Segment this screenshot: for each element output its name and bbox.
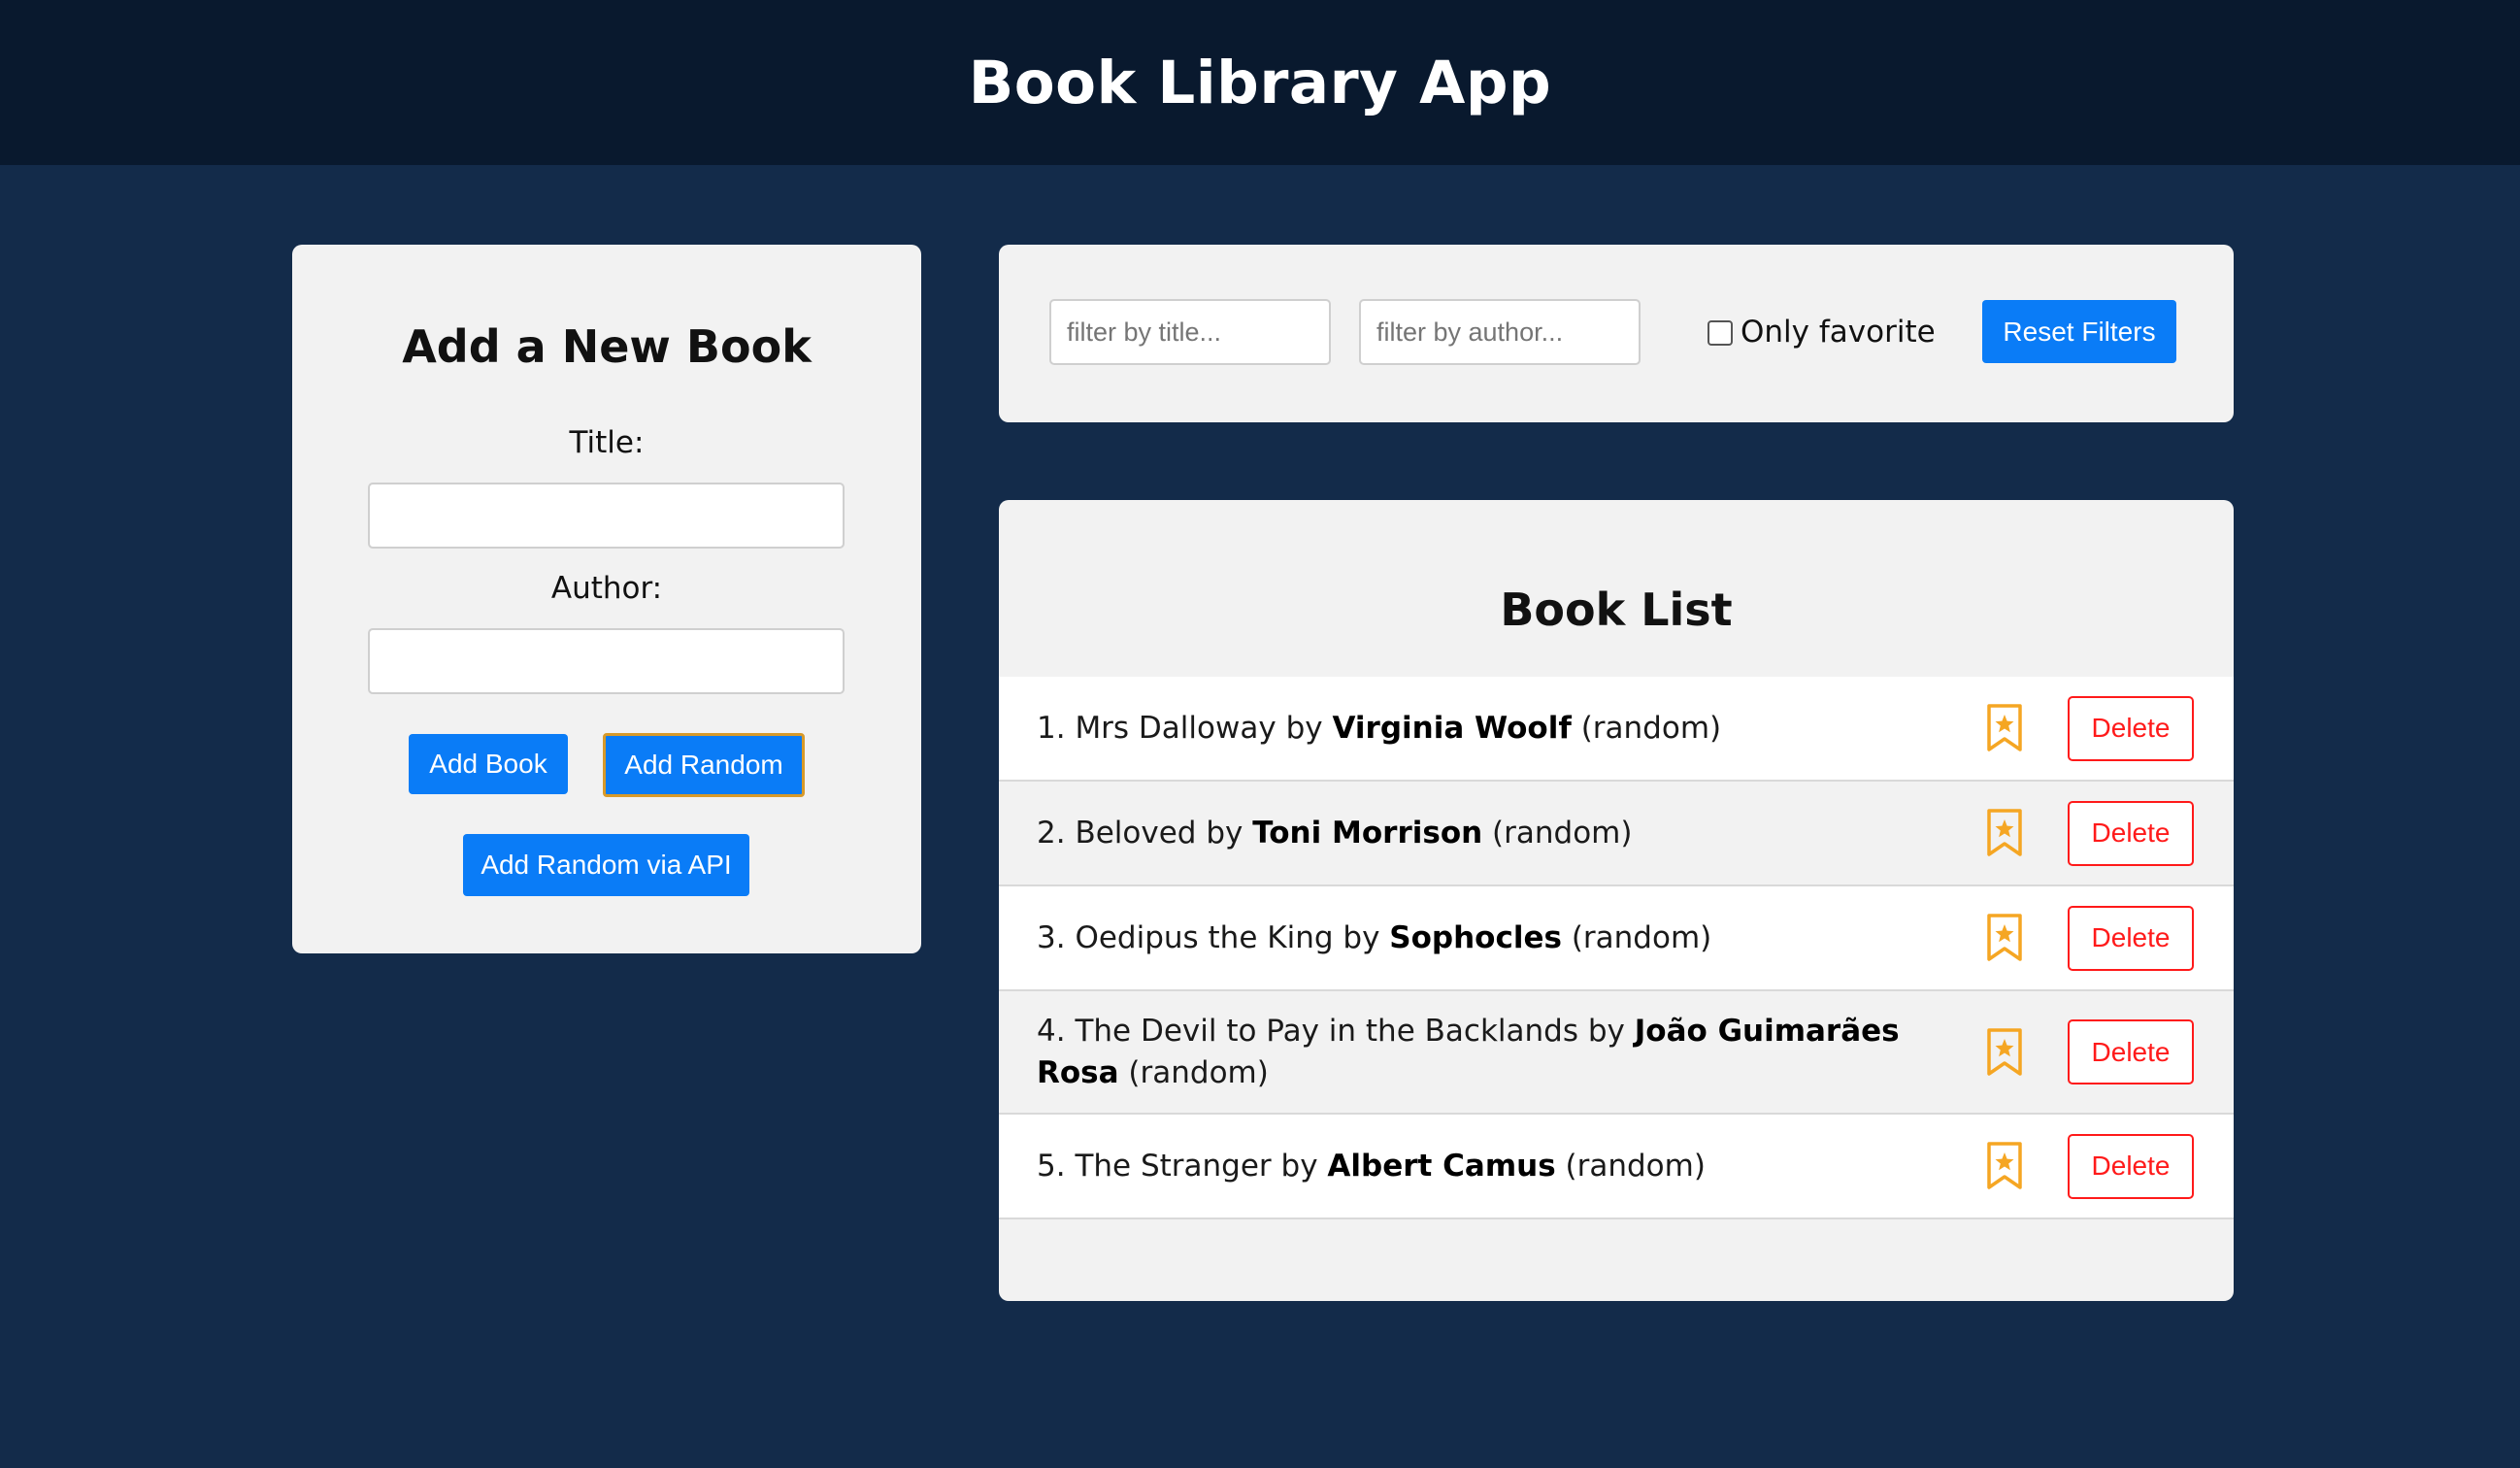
book-row: 5. The Stranger by Albert Camus (random)… (999, 1115, 2234, 1219)
delete-button[interactable]: Delete (2068, 1019, 2194, 1084)
book-author: Sophocles (1389, 919, 1562, 955)
bookmark-star-icon[interactable] (1985, 1141, 2024, 1191)
bookmark-star-icon[interactable] (1985, 913, 2024, 963)
book-row: 1. Mrs Dalloway by Virginia Woolf (rando… (999, 677, 2234, 782)
book-list-card: Book List 1. Mrs Dalloway by Virginia Wo… (999, 500, 2234, 1301)
book-text: 3. Oedipus the King by Sophocles (random… (1037, 919, 1712, 955)
delete-button[interactable]: Delete (2068, 1133, 2194, 1199)
book-title: Oedipus the King (1075, 919, 1334, 955)
book-title: Mrs Dalloway (1075, 710, 1277, 746)
app-title: Book Library App (968, 48, 1552, 117)
book-title: Beloved (1075, 815, 1197, 851)
book-source: (random) (1492, 815, 1633, 851)
book-author: Toni Morrison (1252, 815, 1483, 851)
bookmark-star-icon[interactable] (1985, 808, 2024, 858)
book-text: 2. Beloved by Toni Morrison (random) (1037, 815, 1633, 851)
book-text: 1. Mrs Dalloway by Virginia Woolf (rando… (1037, 710, 1722, 746)
book-title: The Stranger (1075, 1148, 1272, 1184)
only-favorite-checkbox[interactable] (1708, 320, 1733, 346)
bookmark-star-icon[interactable] (1985, 703, 2024, 753)
add-book-heading: Add a New Book (402, 320, 812, 373)
add-book-card: Add a New Book Title: Author: Add Book A… (292, 245, 921, 953)
delete-button[interactable]: Delete (2068, 800, 2194, 866)
book-source: (random) (1128, 1054, 1269, 1090)
only-favorite-label[interactable]: Only favorite (1741, 315, 1936, 350)
book-author: Virginia Woolf (1332, 710, 1572, 746)
add-random-button[interactable]: Add Random (603, 733, 805, 797)
author-input[interactable] (368, 628, 845, 694)
author-label: Author: (550, 571, 663, 606)
book-row: 2. Beloved by Toni Morrison (random) Del… (999, 782, 2234, 886)
filter-title-input[interactable] (1049, 299, 1331, 365)
book-text: 5. The Stranger by Albert Camus (random) (1037, 1148, 1706, 1184)
bookmark-star-icon[interactable] (1985, 1027, 2024, 1078)
book-list-heading: Book List (1500, 584, 1733, 636)
delete-button[interactable]: Delete (2068, 905, 2194, 971)
book-text: 4. The Devil to Pay in the Backlands by … (1037, 1013, 1900, 1090)
filter-author-input[interactable] (1359, 299, 1641, 365)
title-input[interactable] (368, 483, 845, 549)
app-header: Book Library App (0, 0, 2520, 165)
book-source: (random) (1565, 1148, 1706, 1184)
reset-filters-button[interactable]: Reset Filters (1982, 300, 2176, 363)
title-label: Title: (569, 425, 645, 460)
book-list: 1. Mrs Dalloway by Virginia Woolf (rando… (999, 677, 2234, 1219)
book-row: 4. The Devil to Pay in the Backlands by … (999, 991, 2234, 1115)
add-book-button[interactable]: Add Book (409, 734, 568, 794)
book-source: (random) (1580, 710, 1722, 746)
filter-card: Only favorite Reset Filters (999, 245, 2234, 422)
add-random-via-api-button[interactable]: Add Random via API (463, 834, 749, 896)
book-row: 3. Oedipus the King by Sophocles (random… (999, 886, 2234, 991)
book-author: Albert Camus (1327, 1148, 1556, 1184)
delete-button[interactable]: Delete (2068, 695, 2194, 761)
book-title: The Devil to Pay in the Backlands (1075, 1013, 1578, 1049)
book-source: (random) (1571, 919, 1712, 955)
